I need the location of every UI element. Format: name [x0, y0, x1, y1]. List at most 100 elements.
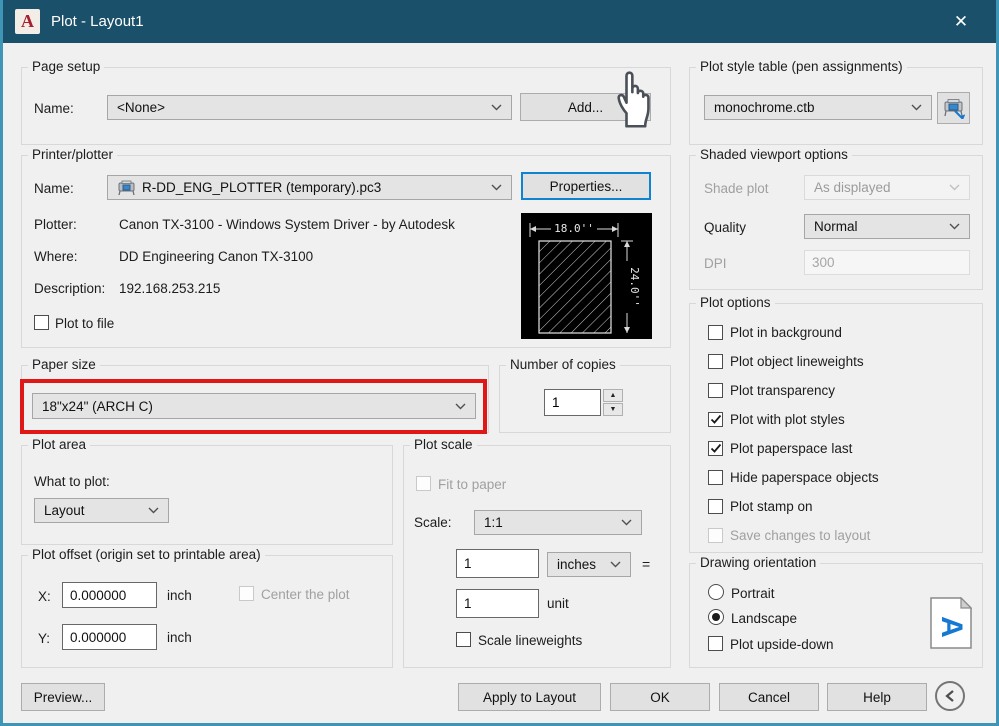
less-options-button[interactable] — [935, 681, 965, 711]
plot-option-checkbox[interactable] — [708, 470, 723, 485]
plot-option-row: Plot in background — [708, 318, 974, 347]
shaded-viewport-group: Shaded viewport options Shade plot As di… — [689, 147, 983, 290]
printer-name-combo[interactable]: R-DD_ENG_PLOTTER (temporary).pc3 — [107, 175, 512, 200]
chevron-down-icon — [621, 519, 632, 526]
dpi-label: DPI — [704, 256, 727, 271]
fit-to-paper-checkbox — [416, 476, 431, 491]
preview-button[interactable]: Preview... — [21, 683, 105, 711]
plot-option-label: Save changes to layout — [730, 528, 871, 543]
landscape-label: Landscape — [731, 611, 798, 626]
apply-to-layout-button[interactable]: Apply to Layout — [458, 683, 601, 711]
ok-button[interactable]: OK — [610, 683, 710, 711]
plot-option-checkbox[interactable] — [708, 412, 723, 427]
plot-option-row: Plot object lineweights — [708, 347, 974, 376]
printer-plotter-group: Printer/plotter Name: R-DD_ENG_PLOTTER (… — [21, 147, 671, 348]
plot-option-checkbox[interactable] — [708, 441, 723, 456]
description-label: Description: — [34, 281, 106, 296]
portrait-label: Portrait — [731, 586, 775, 601]
chevron-down-icon — [911, 104, 922, 111]
offset-y-unit: inch — [167, 630, 192, 645]
offset-y-input[interactable] — [62, 624, 157, 650]
plot-to-file-checkbox[interactable] — [34, 315, 49, 330]
plot-style-editor-icon — [942, 98, 965, 119]
page-setup-name-label: Name: — [34, 101, 74, 116]
plot-option-checkbox[interactable] — [708, 383, 723, 398]
chevron-left-icon — [945, 690, 954, 702]
drawing-units-input[interactable] — [456, 589, 539, 618]
center-the-plot-checkbox — [239, 586, 254, 601]
group-label: Printer/plotter — [28, 147, 118, 162]
chevron-down-icon — [491, 184, 502, 191]
copies-spinner: ▲ ▼ — [544, 389, 623, 416]
offset-x-unit: inch — [167, 588, 192, 603]
window-title: Plot - Layout1 — [51, 13, 144, 30]
quality-combo[interactable]: Normal — [804, 214, 970, 239]
plot-options-group: Plot options Plot in background Plot obje… — [689, 295, 983, 553]
plot-style-table-group: Plot style table (pen assignments) monoc… — [689, 59, 983, 145]
plot-option-row: Plot stamp on — [708, 492, 974, 521]
paper-preview: 18.0'' 24.0'' — [521, 213, 652, 339]
plot-option-row: Plot with plot styles — [708, 405, 974, 434]
group-label: Plot scale — [410, 437, 477, 452]
plot-offset-group: Plot offset (origin set to printable are… — [21, 547, 393, 668]
autocad-logo-icon: A — [15, 9, 40, 34]
scale-lineweights-label: Scale lineweights — [478, 633, 583, 648]
orientation-page-icon: A — [930, 596, 973, 654]
spinner-down-icon[interactable]: ▼ — [603, 403, 623, 416]
plot-option-label: Plot stamp on — [730, 499, 813, 514]
chevron-down-icon — [949, 184, 960, 191]
plot-option-checkbox[interactable] — [708, 325, 723, 340]
portrait-radio[interactable] — [708, 584, 724, 600]
chevron-down-icon — [949, 223, 960, 230]
plot-option-checkbox[interactable] — [708, 499, 723, 514]
group-label: Drawing orientation — [696, 555, 821, 570]
paper-units-input[interactable] — [456, 549, 539, 578]
copies-input[interactable] — [544, 389, 601, 416]
plotter-device-icon — [117, 180, 136, 196]
unit-label: unit — [547, 596, 569, 611]
plot-area-group: Plot area What to plot: Layout — [21, 437, 393, 545]
drawing-orientation-group: Drawing orientation Portrait Landscape P… — [689, 555, 983, 668]
help-button[interactable]: Help — [827, 683, 927, 711]
add-button[interactable]: Add... — [520, 93, 651, 121]
group-label: Plot options — [696, 295, 775, 310]
chevron-down-icon — [491, 104, 502, 111]
scale-combo[interactable]: 1:1 — [474, 510, 642, 535]
svg-text:A: A — [935, 616, 968, 638]
group-label: Paper size — [28, 357, 100, 372]
cancel-button[interactable]: Cancel — [719, 683, 819, 711]
title-bar: A Plot - Layout1 ✕ — [3, 0, 996, 43]
center-the-plot-label: Center the plot — [261, 587, 350, 602]
units-combo[interactable]: inches — [547, 552, 631, 577]
plot-scale-group: Plot scale Fit to paper Scale: 1:1 inche… — [403, 437, 671, 668]
group-label: Plot offset (origin set to printable are… — [28, 547, 265, 562]
edit-plot-style-button[interactable] — [937, 92, 970, 124]
page-setup-group: Page setup Name: <None> Add... — [21, 59, 671, 145]
description-value: 192.168.253.215 — [119, 281, 221, 296]
offset-y-label: Y: — [38, 631, 51, 646]
group-label: Page setup — [28, 59, 105, 74]
properties-button[interactable]: Properties... — [521, 172, 651, 200]
what-to-plot-label: What to plot: — [34, 474, 110, 489]
scale-label: Scale: — [414, 515, 452, 530]
plotter-label: Plotter: — [34, 217, 77, 232]
where-label: Where: — [34, 249, 78, 264]
plot-option-row: Plot paperspace last — [708, 434, 974, 463]
plot-style-combo[interactable]: monochrome.ctb — [704, 95, 932, 120]
landscape-radio[interactable] — [708, 609, 724, 625]
plot-option-label: Plot paperspace last — [730, 441, 853, 456]
close-icon[interactable]: ✕ — [939, 0, 983, 43]
group-label: Shaded viewport options — [696, 147, 852, 162]
plot-option-checkbox — [708, 528, 723, 543]
offset-x-input[interactable] — [62, 582, 157, 608]
plot-option-checkbox[interactable] — [708, 354, 723, 369]
plot-to-file-label: Plot to file — [55, 316, 115, 331]
plot-upside-down-checkbox[interactable] — [708, 636, 723, 651]
plot-option-row: Save changes to layout — [708, 521, 974, 550]
fit-to-paper-label: Fit to paper — [438, 477, 507, 492]
scale-lineweights-checkbox[interactable] — [456, 632, 471, 647]
plot-options-list: Plot in background Plot object lineweight… — [708, 318, 974, 550]
spinner-up-icon[interactable]: ▲ — [603, 389, 623, 402]
what-to-plot-combo[interactable]: Layout — [34, 498, 169, 523]
page-setup-name-combo[interactable]: <None> — [107, 95, 512, 120]
